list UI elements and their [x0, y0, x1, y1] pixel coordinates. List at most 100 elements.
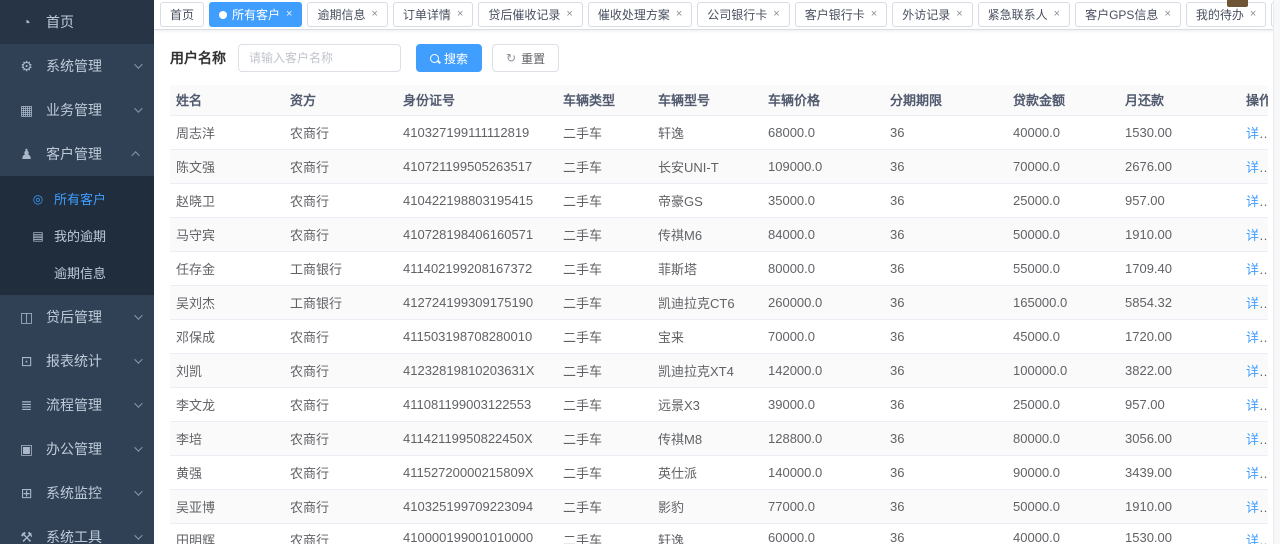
table-cell: 36 [884, 523, 1007, 544]
detail-link[interactable]: 详情 [1246, 296, 1268, 311]
reset-button-label: 重置 [521, 50, 545, 67]
table-cell: 李培 [170, 421, 284, 455]
sidebar-item-system-mgmt[interactable]: ⚙系统管理 [0, 44, 154, 88]
sidebar-item-business-mgmt[interactable]: ▦业务管理 [0, 88, 154, 132]
table-cell: 农商行 [284, 217, 397, 251]
close-icon[interactable]: × [676, 9, 682, 20]
table-cell: 菲斯塔 [652, 251, 762, 285]
sidebar-item-home[interactable]: ◔首页 [0, 0, 154, 44]
table-cell: 农商行 [284, 421, 397, 455]
tab-all-customers[interactable]: 所有客户 × [209, 2, 302, 27]
close-icon[interactable]: × [371, 9, 377, 20]
tab-order-detail[interactable]: 订单详情× [393, 2, 473, 27]
search-button[interactable]: 搜索 [416, 44, 482, 72]
tab-label: 所有客户 [232, 6, 280, 23]
active-tab-dot [219, 11, 227, 19]
sidebar-item-all-customers[interactable]: ◎所有客户 [0, 180, 154, 217]
detail-link[interactable]: 详情 [1246, 194, 1268, 209]
sidebar-item-my-overdue[interactable]: ▤我的逾期 [0, 217, 154, 254]
sidebar-item-process-mgmt[interactable]: ≣流程管理 [0, 383, 154, 427]
reset-button[interactable]: ↻ 重置 [492, 44, 559, 72]
close-icon[interactable]: × [956, 9, 962, 20]
sidebar-item-system-monitor[interactable]: ⊞系统监控 [0, 471, 154, 515]
table-cell: 39000.0 [762, 387, 884, 421]
tab-my-todo[interactable]: 我的待办× [1186, 2, 1266, 27]
chevron-down-icon [134, 443, 142, 451]
tab-postloan-collection-record[interactable]: 贷后催收记录× [478, 2, 582, 27]
detail-link[interactable]: 详情 [1246, 126, 1268, 141]
sidebar-submenu: ◎所有客户▤我的逾期逾期信息 [0, 176, 154, 295]
table-row: 马守宾农商行410728198406160571二手车传祺M684000.036… [170, 217, 1268, 251]
detail-link[interactable]: 详情 [1246, 466, 1268, 481]
tab-overdue-info[interactable]: 逾期信息× [307, 2, 387, 27]
sidebar-item-system-tools[interactable]: ⚒系统工具 [0, 515, 154, 544]
chevron-down-icon [134, 487, 142, 495]
detail-link[interactable]: 详情 [1246, 432, 1268, 447]
table-cell: 410000199001010000 [397, 523, 557, 544]
table-cell: 411402199208167372 [397, 251, 557, 285]
table-cell: 128800.0 [762, 421, 884, 455]
detail-link[interactable]: 详情 [1246, 398, 1268, 413]
detail-link[interactable]: 详情 [1246, 160, 1268, 175]
table-cell: 410325199709223094 [397, 489, 557, 523]
table-header-row: 姓名资方身份证号车辆类型车辆型号车辆价格分期期限贷款金额月还款操作 [170, 85, 1268, 115]
sidebar-item-overdue-info[interactable]: 逾期信息 [0, 254, 154, 291]
table-row: 黄强农商行41152720000215809X二手车英仕派140000.0369… [170, 455, 1268, 489]
sidebar-item-label: 系统监控 [46, 483, 134, 503]
detail-link[interactable]: 详情 [1246, 228, 1268, 243]
monitor-icon: ⊡ [18, 353, 35, 370]
column-header: 车辆型号 [652, 85, 762, 115]
table-cell: 1709.40 [1119, 251, 1240, 285]
customers-icon: ◎ [30, 192, 46, 206]
table-cell: 二手车 [557, 319, 652, 353]
search-input[interactable] [238, 44, 401, 72]
table-cell: 36 [884, 387, 1007, 421]
close-icon[interactable]: × [566, 9, 572, 20]
refresh-icon: ↻ [506, 51, 516, 65]
tab-bar: 首页所有客户×逾期信息×订单详情×贷后催收记录×催收处理方案×公司银行卡×客户银… [154, 0, 1280, 30]
tab-collection-plan[interactable]: 催收处理方案× [588, 2, 692, 27]
detail-link[interactable]: 详情 [1246, 330, 1268, 345]
table-cell: 详情 [1240, 183, 1268, 217]
table-cell: 轩逸 [652, 523, 762, 544]
detail-link[interactable]: 详情 [1246, 364, 1268, 379]
tab-customer-gps[interactable]: 客户GPS信息× [1075, 2, 1181, 27]
close-icon[interactable]: × [1164, 9, 1170, 20]
close-icon[interactable]: × [1054, 9, 1060, 20]
table-cell: 传祺M6 [652, 217, 762, 251]
table-cell: 农商行 [284, 523, 397, 544]
table-cell: 农商行 [284, 489, 397, 523]
table-cell: 100000.0 [1007, 353, 1119, 387]
tab-customer-bank-card[interactable]: 客户银行卡× [795, 2, 887, 27]
table-cell: 35000.0 [762, 183, 884, 217]
sidebar-item-report-stats[interactable]: ⊡报表统计 [0, 339, 154, 383]
close-icon[interactable]: × [457, 9, 463, 20]
table-cell: 36 [884, 455, 1007, 489]
table-cell: 任存金 [170, 251, 284, 285]
tab-home[interactable]: 首页 [160, 2, 204, 27]
detail-link[interactable]: 详情 [1246, 500, 1268, 515]
table-cell: 2676.00 [1119, 149, 1240, 183]
close-icon[interactable]: × [286, 9, 292, 20]
tab-company-bank-card[interactable]: 公司银行卡× [697, 2, 789, 27]
vertical-scrollbar[interactable] [1273, 0, 1280, 544]
detail-link[interactable]: 详情 [1246, 262, 1268, 277]
tab-visit-record[interactable]: 外访记录× [892, 2, 972, 27]
close-icon[interactable]: × [773, 9, 779, 20]
detail-link[interactable]: 详情 [1246, 533, 1268, 544]
table-cell: 70000.0 [762, 319, 884, 353]
table-cell: 二手车 [557, 523, 652, 544]
sidebar-item-customer-mgmt[interactable]: ♟客户管理 [0, 132, 154, 176]
table-cell: 农商行 [284, 183, 397, 217]
close-icon[interactable]: × [871, 9, 877, 20]
sidebar-item-label: 办公管理 [46, 439, 134, 459]
sidebar-item-label: 流程管理 [46, 395, 134, 415]
table-cell: 36 [884, 183, 1007, 217]
table-cell: 80000.0 [762, 251, 884, 285]
sidebar-item-office-mgmt[interactable]: ▣办公管理 [0, 427, 154, 471]
close-icon[interactable]: × [1250, 9, 1256, 20]
chevron-down-icon [134, 60, 142, 68]
tab-emergency-contact[interactable]: 紧急联系人× [978, 2, 1070, 27]
sidebar-item-label: 业务管理 [46, 100, 134, 120]
sidebar-item-postloan-mgmt[interactable]: ◫贷后管理 [0, 295, 154, 339]
